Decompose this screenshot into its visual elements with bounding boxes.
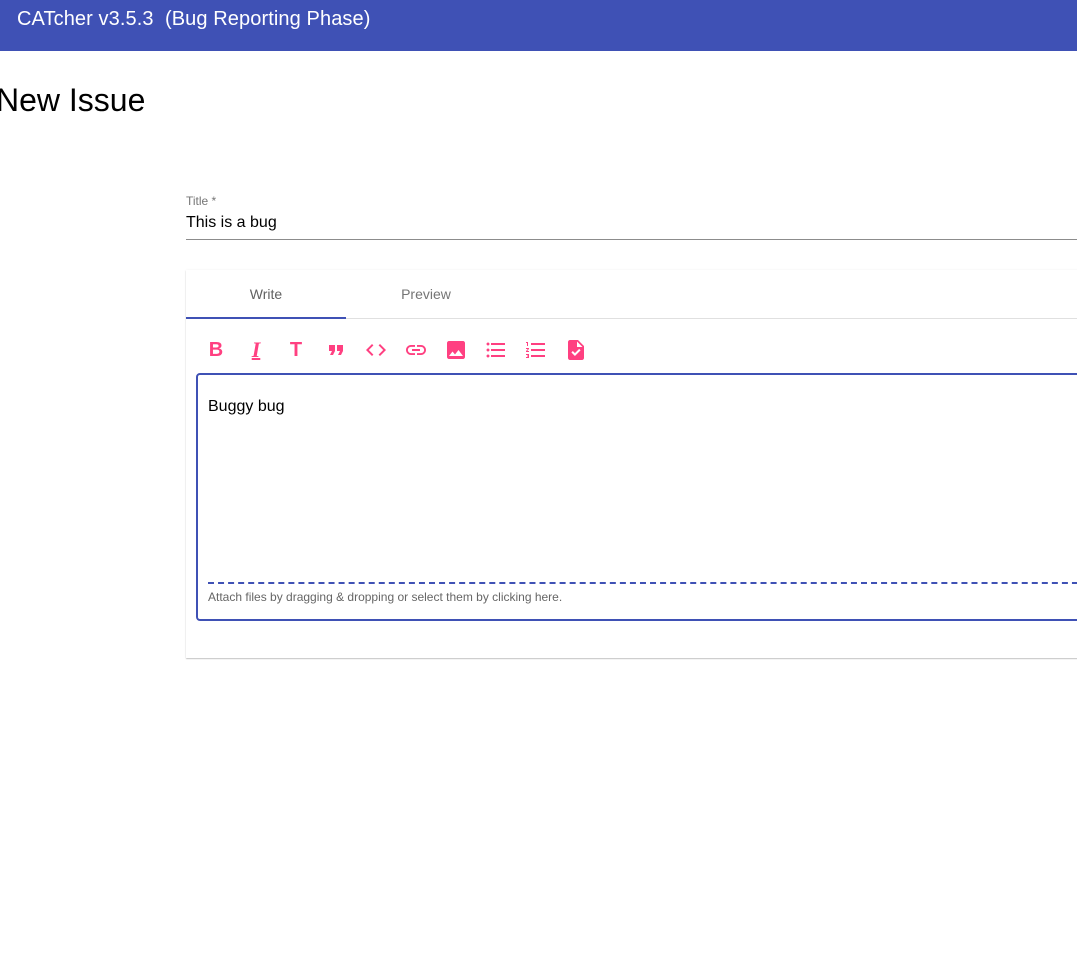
description-textarea[interactable]: Buggy bug: [208, 397, 1068, 577]
tab-preview[interactable]: Preview: [346, 270, 506, 318]
bold-button[interactable]: B: [196, 333, 236, 367]
italic-button[interactable]: I: [236, 333, 276, 367]
title-label: Title *: [186, 194, 217, 208]
link-icon: [406, 345, 426, 355]
description-editor: Buggy bug Attach files by dragging & dro…: [196, 373, 1077, 621]
image-button[interactable]: [436, 333, 476, 367]
numbered-list-button[interactable]: [516, 333, 556, 367]
app-title: CATcher v3.5.3 (Bug Reporting Phase): [17, 8, 371, 30]
bulleted-list-icon: [486, 342, 505, 358]
heading-button[interactable]: T: [276, 333, 316, 367]
italic-icon: I: [251, 337, 261, 362]
markdown-toolbar: B I T: [196, 333, 596, 367]
bold-icon: B: [208, 338, 224, 361]
page-title: New Issue: [0, 82, 146, 118]
quote-button[interactable]: [316, 333, 356, 367]
active-tab-indicator: [186, 317, 346, 319]
tab-bar: Write Preview: [186, 270, 1077, 319]
code-icon: [366, 344, 386, 356]
title-field: Title *: [186, 193, 1077, 240]
heading-icon: T: [289, 338, 303, 361]
attach-divider: [208, 582, 1077, 584]
numbered-list-icon: [526, 342, 545, 358]
bulleted-list-button[interactable]: [476, 333, 516, 367]
task-list-icon: [568, 340, 584, 360]
app-toolbar: CATcher v3.5.3 (Bug Reporting Phase): [0, 0, 1077, 51]
title-input[interactable]: [186, 209, 1077, 240]
code-button[interactable]: [356, 333, 396, 367]
attach-files-hint[interactable]: Attach files by dragging & dropping or s…: [208, 590, 562, 604]
image-icon: [447, 341, 465, 359]
task-list-button[interactable]: [556, 333, 596, 367]
link-button[interactable]: [396, 333, 436, 367]
quote-icon: [329, 345, 343, 355]
description-card: Write Preview B I T Buggy bug Attach fil…: [186, 270, 1077, 658]
tab-write[interactable]: Write: [186, 270, 346, 318]
